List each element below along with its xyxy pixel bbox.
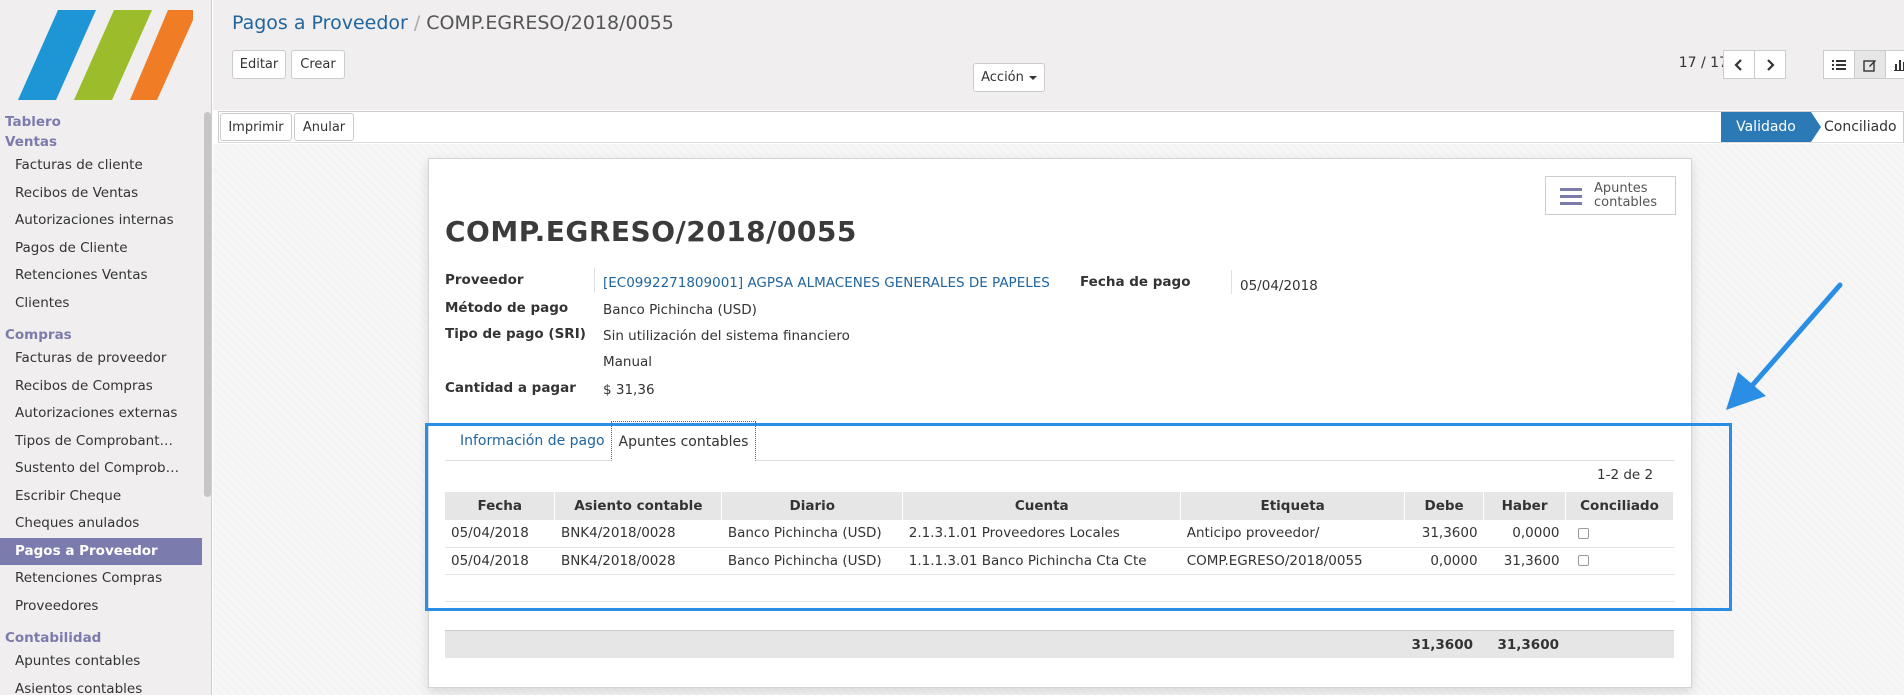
- breadcrumb: Pagos a Proveedor / COMP.EGRESO/2018/0055: [232, 12, 674, 34]
- sidebar-item-cheques-anulados[interactable]: Cheques anulados: [0, 510, 202, 538]
- control-panel: Pagos a Proveedor / COMP.EGRESO/2018/0055 …: [213, 0, 1904, 110]
- total-debe: 31,3600: [1411, 637, 1474, 653]
- smart-button-label: Apuntes contables: [1594, 180, 1658, 210]
- bar-chart-icon: [1894, 60, 1904, 71]
- statusbar: Imprimir Anular Validado Conciliado: [218, 111, 1904, 143]
- list-icon: [1832, 59, 1846, 70]
- edit-button[interactable]: Editar: [232, 50, 286, 79]
- table-footer-totals: 31,3600 31,3600: [445, 630, 1674, 658]
- sidebar-item-tipos-comprobante[interactable]: Tipos de Comprobant…: [0, 428, 202, 456]
- graph-view-button[interactable]: [1885, 50, 1904, 79]
- company-logo: [18, 10, 193, 100]
- create-button[interactable]: Crear: [291, 50, 345, 79]
- tipo-pago-manual-value: Manual: [603, 354, 653, 370]
- action-dropdown[interactable]: Acción: [973, 63, 1045, 92]
- hamburger-list-icon: [1560, 187, 1582, 205]
- sidebar-item-autorizaciones-internas[interactable]: Autorizaciones internas: [0, 207, 202, 235]
- sidebar-scrollbar[interactable]: [204, 112, 211, 497]
- tipo-pago-value: Sin utilización del sistema financiero: [603, 328, 850, 344]
- pager-next-button[interactable]: [1754, 50, 1786, 79]
- sidebar-item-apuntes-contables[interactable]: Apuntes contables: [0, 648, 202, 676]
- breadcrumb-current: COMP.EGRESO/2018/0055: [426, 12, 674, 34]
- sidebar-item-autorizaciones-externas[interactable]: Autorizaciones externas: [0, 400, 202, 428]
- record-title: COMP.EGRESO/2018/0055: [445, 215, 857, 248]
- action-dropdown-label: Acción: [981, 70, 1024, 85]
- smart-button-label-line2: contables: [1594, 194, 1658, 210]
- cancel-button[interactable]: Anular: [294, 113, 354, 141]
- proveedor-label: Proveedor: [445, 272, 524, 288]
- field-divider: [1231, 270, 1232, 294]
- sidebar-item-retenciones-compras[interactable]: Retenciones Compras: [0, 565, 202, 593]
- menu-section-ventas[interactable]: Ventas: [0, 132, 202, 152]
- sidebar: Tablero Ventas Facturas de cliente Recib…: [0, 0, 212, 695]
- sidebar-item-proveedores[interactable]: Proveedores: [0, 593, 202, 621]
- sidebar-item-recibos-ventas[interactable]: Recibos de Ventas: [0, 180, 202, 208]
- metodo-pago-value: Banco Pichincha (USD): [603, 302, 757, 318]
- fecha-pago-label: Fecha de pago: [1080, 274, 1191, 290]
- print-button[interactable]: Imprimir: [220, 113, 292, 141]
- sidebar-item-clientes[interactable]: Clientes: [0, 290, 202, 318]
- breadcrumb-parent-link[interactable]: Pagos a Proveedor: [232, 12, 408, 34]
- caret-down-icon: [1028, 75, 1037, 80]
- form-view-button[interactable]: [1854, 50, 1886, 79]
- sidebar-item-recibos-compras[interactable]: Recibos de Compras: [0, 373, 202, 401]
- sidebar-item-pagos-proveedor[interactable]: Pagos a Proveedor: [0, 537, 202, 565]
- menu-section-contabilidad[interactable]: Contabilidad: [0, 628, 202, 648]
- chevron-left-icon: [1734, 58, 1742, 71]
- cantidad-label: Cantidad a pagar: [445, 380, 576, 396]
- pager-value[interactable]: 17 / 17: [1679, 55, 1728, 71]
- pager-previous-button[interactable]: [1723, 50, 1755, 79]
- menu-section-tablero[interactable]: Tablero: [0, 112, 202, 132]
- field-divider: [594, 268, 595, 292]
- sidebar-item-facturas-proveedor[interactable]: Facturas de proveedor: [0, 345, 202, 373]
- sidebar-item-escribir-cheque[interactable]: Escribir Cheque: [0, 483, 202, 511]
- breadcrumb-separator: /: [413, 12, 421, 34]
- tipo-pago-label: Tipo de pago (SRI): [445, 326, 586, 342]
- sidebar-item-sustento-comprobante[interactable]: Sustento del Comprob…: [0, 455, 202, 483]
- sidebar-item-asientos-contables[interactable]: Asientos contables: [0, 676, 202, 695]
- sidebar-item-retenciones-ventas[interactable]: Retenciones Ventas: [0, 262, 202, 290]
- smart-button-apuntes-contables[interactable]: Apuntes contables: [1545, 176, 1676, 215]
- sidebar-item-facturas-cliente[interactable]: Facturas de cliente: [0, 152, 202, 180]
- annotation-arrow-icon: [1726, 282, 1843, 410]
- total-haber: 31,3600: [1497, 637, 1560, 653]
- fecha-pago-value: 05/04/2018: [1240, 278, 1318, 294]
- status-stage-validado[interactable]: Validado: [1721, 112, 1821, 142]
- sidebar-item-pagos-cliente[interactable]: Pagos de Cliente: [0, 235, 202, 263]
- proveedor-link[interactable]: [EC0992271809001] AGPSA ALMACENES GENERA…: [603, 275, 1050, 291]
- sidebar-menu: Tablero Ventas Facturas de cliente Recib…: [0, 112, 202, 695]
- menu-section-compras[interactable]: Compras: [0, 325, 202, 345]
- list-view-button[interactable]: [1823, 50, 1855, 79]
- status-stage-conciliado[interactable]: Conciliado: [1824, 112, 1897, 142]
- metodo-pago-label: Método de pago: [445, 300, 569, 316]
- annotation-highlight-box: [425, 423, 1732, 611]
- cantidad-value: $ 31,36: [603, 382, 655, 398]
- edit-form-icon: [1863, 59, 1876, 72]
- chevron-right-icon: [1767, 58, 1775, 71]
- smart-button-label-line1: Apuntes: [1594, 180, 1648, 196]
